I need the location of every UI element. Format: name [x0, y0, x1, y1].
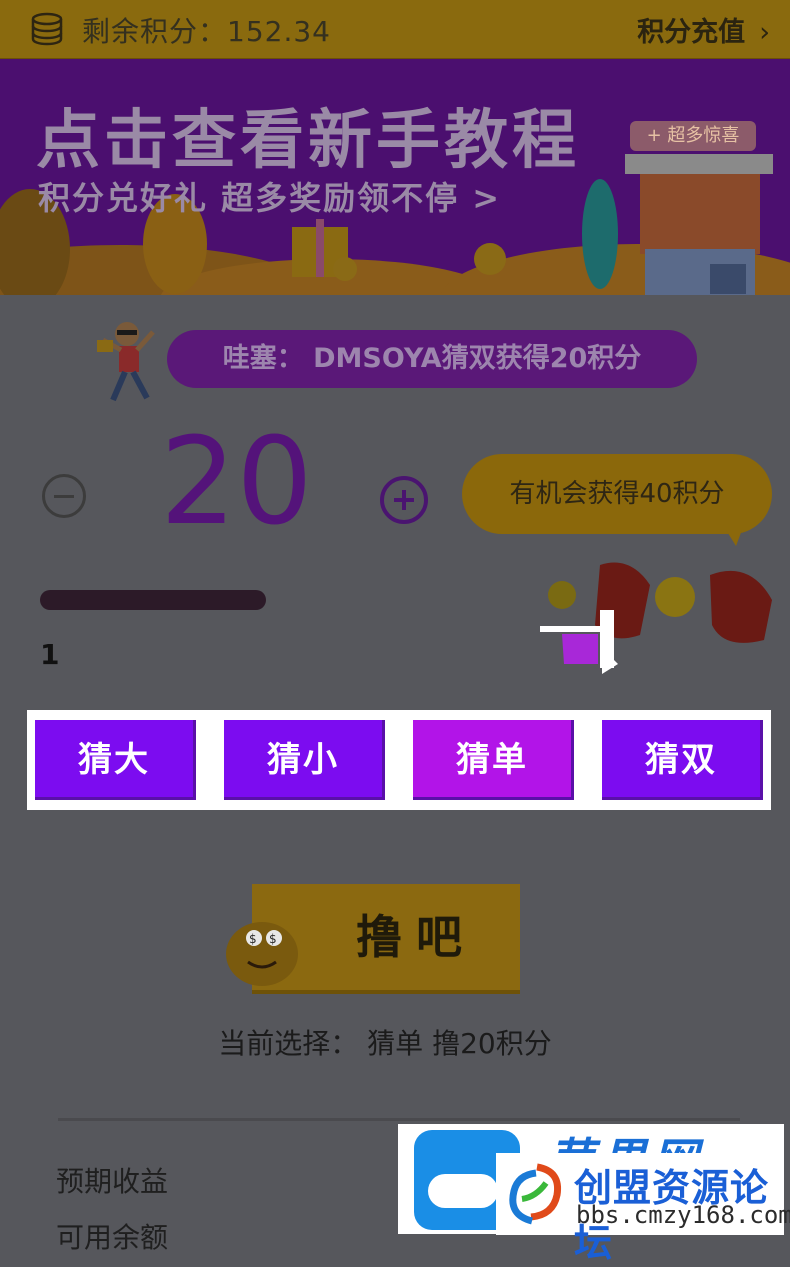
tutorial-banner[interactable]: 点击查看新手教程 积分兑好礼 超多奖励领不停 > + 超多惊喜	[0, 59, 790, 295]
banner-title: 点击查看新手教程	[36, 104, 580, 178]
svg-text:$: $	[269, 932, 277, 946]
amount-slider[interactable]	[40, 590, 266, 610]
forum-watermark: 创盟资源论坛 bbs.cmzy168.com	[496, 1153, 790, 1265]
winner-notice: 哇塞： DMSOYA猜双获得20积分	[167, 330, 697, 388]
guess-odd-button[interactable]: 猜单	[413, 720, 574, 800]
cheering-man-icon	[97, 322, 155, 402]
current-selection: 当前选择： 猜单 撸20积分	[218, 1027, 552, 1060]
forum-logo-icon	[509, 1163, 562, 1225]
banner-subtitle: 积分兑好礼 超多奖励领不停 >	[38, 179, 502, 217]
slider-value: 1	[40, 638, 60, 671]
recharge-link[interactable]: 积分充值 ›	[637, 10, 770, 49]
decrease-button[interactable]	[42, 474, 86, 518]
recharge-label: 积分充值	[637, 17, 746, 48]
guess-small-button[interactable]: 猜小	[224, 720, 385, 800]
guess-options: 猜大 猜小 猜单 猜双	[27, 710, 771, 810]
bet-amount: 20	[160, 413, 313, 552]
coin-stack-icon	[31, 12, 63, 46]
pointer-cursor-icon	[540, 610, 618, 674]
chevron-right-icon: ›	[759, 17, 770, 48]
forum-url: bbs.cmzy168.com	[576, 1201, 790, 1229]
expected-return-label: 预期收益	[56, 1165, 169, 1198]
svg-text:$: $	[249, 932, 257, 946]
top-bar: 剩余积分：152.34 积分充值 ›	[0, 0, 790, 59]
available-balance-label: 可用余额	[56, 1221, 169, 1254]
money-bag-icon: $ $	[226, 922, 298, 986]
balance-label: 剩余积分：152.34	[82, 15, 331, 48]
reward-hint-bubble: 有机会获得40积分	[462, 454, 772, 534]
divider	[58, 1118, 740, 1121]
guess-even-button[interactable]: 猜双	[602, 720, 763, 800]
bubble-tail	[726, 530, 742, 546]
play-button-label: 撸吧	[356, 910, 476, 964]
increase-button[interactable]	[380, 476, 428, 524]
surprise-tag: + 超多惊喜	[630, 121, 756, 151]
guess-big-button[interactable]: 猜大	[35, 720, 196, 800]
